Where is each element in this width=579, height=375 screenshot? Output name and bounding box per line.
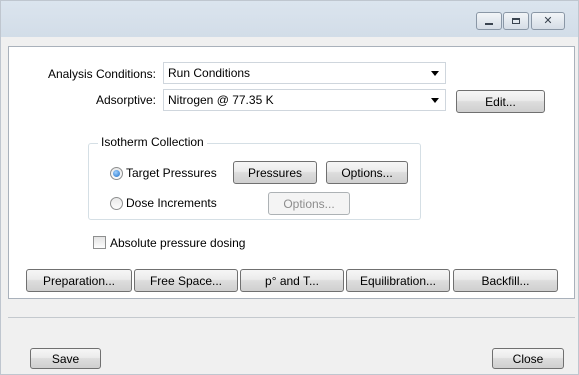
equilibration-button[interactable]: Equilibration... <box>346 269 450 292</box>
chevron-down-icon <box>431 98 439 103</box>
analysis-conditions-value: Run Conditions <box>168 66 251 80</box>
adsorptive-label: Adsorptive: <box>95 93 156 107</box>
target-pressures-label: Target Pressures <box>126 166 217 180</box>
dialog-window: ✕ Analysis Conditions: Run Conditions Ad… <box>0 0 579 375</box>
status-bar <box>8 317 575 339</box>
isotherm-collection-title: Isotherm Collection <box>98 135 207 149</box>
maximize-icon <box>512 18 520 24</box>
save-button[interactable]: Save <box>30 348 101 369</box>
close-button[interactable]: Close <box>492 348 564 369</box>
close-window-button[interactable]: ✕ <box>531 12 565 30</box>
chevron-down-icon <box>431 71 439 76</box>
minimize-icon <box>485 23 493 25</box>
preparation-button[interactable]: Preparation... <box>26 269 132 292</box>
adsorptive-dropdown[interactable]: Nitrogen @ 77.35 K <box>163 89 446 111</box>
absolute-pressure-checkbox[interactable] <box>93 236 106 249</box>
analysis-conditions-dropdown[interactable]: Run Conditions <box>163 62 446 84</box>
p0-and-t-button[interactable]: p° and T... <box>240 269 344 292</box>
edit-button[interactable]: Edit... <box>456 90 545 113</box>
close-icon: ✕ <box>543 14 553 27</box>
backfill-button[interactable]: Backfill... <box>453 269 558 292</box>
analysis-conditions-label: Analysis Conditions: <box>47 67 156 81</box>
free-space-button[interactable]: Free Space... <box>134 269 238 292</box>
dose-options-button[interactable]: Options... <box>268 192 350 215</box>
pressures-button[interactable]: Pressures <box>233 161 317 184</box>
minimize-button[interactable] <box>476 12 502 30</box>
absolute-pressure-label: Absolute pressure dosing <box>110 236 246 250</box>
adsorptive-value: Nitrogen @ 77.35 K <box>168 93 274 107</box>
title-bar: ✕ <box>1 1 578 37</box>
target-options-button[interactable]: Options... <box>326 161 408 184</box>
target-pressures-radio[interactable] <box>110 167 123 180</box>
maximize-button[interactable] <box>503 12 529 30</box>
dose-increments-label: Dose Increments <box>126 196 217 210</box>
dose-increments-radio[interactable] <box>110 197 123 210</box>
